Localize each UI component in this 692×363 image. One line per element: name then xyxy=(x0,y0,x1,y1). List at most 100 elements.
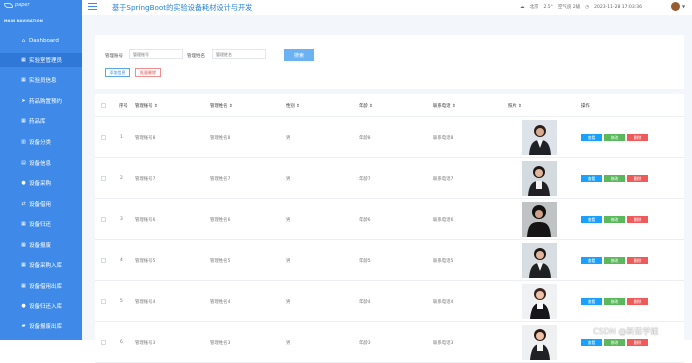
batch-delete-button[interactable]: 批量删除 xyxy=(135,68,161,77)
column-header-actions: 操作 xyxy=(581,104,590,109)
row-phone: 联系电话6 xyxy=(433,218,454,223)
sidebar-item-label: 实验室管理员 xyxy=(29,58,63,64)
table-icon: ▦ xyxy=(21,57,26,63)
row-name: 管理姓名8 xyxy=(210,136,231,141)
row-gender: 男 xyxy=(286,136,291,141)
user-photo xyxy=(522,325,557,360)
row-name: 管理姓名3 xyxy=(210,341,231,346)
sidebar-item-lab-admin[interactable]: ▦ 实验室管理员 xyxy=(0,53,82,67)
sidebar-item-scrap-outbound[interactable]: ▰ 设备报废出库 xyxy=(0,319,82,333)
edit-button[interactable]: 修改 xyxy=(604,298,625,305)
view-button[interactable]: 查看 xyxy=(581,298,602,305)
view-button[interactable]: 查看 xyxy=(581,339,602,346)
row-checkbox[interactable] xyxy=(101,176,106,181)
search-panel: 管理账号 管理姓名 搜索 添加信息 批量删除 xyxy=(95,35,684,89)
name-search-input[interactable] xyxy=(212,49,266,59)
row-phone: 联系电话3 xyxy=(433,341,454,346)
view-button[interactable]: 查看 xyxy=(581,175,602,182)
delete-button[interactable]: 删除 xyxy=(627,134,648,141)
sidebar-item-purchase-inbound[interactable]: ▦ 设备采购入库 xyxy=(0,258,82,272)
list-icon: ▤ xyxy=(21,160,26,166)
grid-icon: ▦ xyxy=(21,283,26,289)
sidebar-item-label: 实验员信息 xyxy=(29,78,57,84)
delete-button[interactable]: 删除 xyxy=(627,216,648,223)
delete-button[interactable]: 删除 xyxy=(627,257,648,264)
chevron-down-icon[interactable]: ▼ xyxy=(682,4,685,9)
row-age: 年龄4 xyxy=(359,300,371,305)
column-header-photo[interactable]: 照片 ⇕ xyxy=(508,103,522,109)
row-checkbox[interactable] xyxy=(101,299,106,304)
column-header-phone[interactable]: 联系电话 ⇕ xyxy=(433,103,456,109)
sidebar-item-label: 设备借用出库 xyxy=(29,284,63,290)
sidebar-item-label: 设备信息 xyxy=(29,161,52,167)
select-all-checkbox[interactable] xyxy=(101,103,106,108)
account-search-input[interactable] xyxy=(129,49,183,59)
sidebar-item-borrow-outbound[interactable]: ▦ 设备借用出库 xyxy=(0,279,82,293)
row-index: 6 xyxy=(120,340,123,345)
home-icon: ⌂ xyxy=(21,38,26,44)
edit-button[interactable]: 修改 xyxy=(604,216,625,223)
row-age: 年龄8 xyxy=(359,136,371,141)
sidebar-item-device-return[interactable]: ▦ 设备归还 xyxy=(0,217,82,231)
sidebar-item-device-info[interactable]: ▤ 设备信息 xyxy=(0,156,82,170)
column-header-name[interactable]: 管理姓名 ⇕ xyxy=(210,103,233,109)
weather-city: 北京 xyxy=(529,5,539,10)
edit-button[interactable]: 修改 xyxy=(604,339,625,346)
user-photo xyxy=(522,284,557,319)
sidebar-item-device-purchase[interactable]: ● 设备采购 xyxy=(0,176,82,190)
column-header-age[interactable]: 年龄 ⇕ xyxy=(359,103,373,109)
view-button[interactable]: 查看 xyxy=(581,134,602,141)
row-account: 管理账号6 xyxy=(135,218,156,223)
row-checkbox[interactable] xyxy=(101,258,106,263)
view-button[interactable]: 查看 xyxy=(581,216,602,223)
sidebar-item-device-borrow[interactable]: ⇄ 设备借用 xyxy=(0,197,82,211)
grid-icon: ▦ xyxy=(21,77,26,83)
delete-button[interactable]: 删除 xyxy=(627,175,648,182)
row-checkbox[interactable] xyxy=(101,217,106,222)
menu-toggle-icon[interactable] xyxy=(88,3,97,10)
edit-button[interactable]: 修改 xyxy=(604,175,625,182)
page-title: 基于SpringBoot的实验设备耗材设计与开发 xyxy=(112,3,253,12)
edit-button[interactable]: 修改 xyxy=(604,134,625,141)
sidebar-item-drug-store[interactable]: ▦ 药品库 xyxy=(0,114,82,128)
sidebar-item-label: 药品购置预约 xyxy=(29,99,63,105)
row-index: 1 xyxy=(120,135,123,140)
edit-button[interactable]: 修改 xyxy=(604,257,625,264)
weather-icon: ☁ xyxy=(520,4,525,10)
datetime: 2023-11-28 17:03:36 xyxy=(594,4,642,10)
delete-button[interactable]: 删除 xyxy=(627,298,648,305)
row-phone: 联系电话7 xyxy=(433,177,454,182)
table-row: 4 管理账号5 管理姓名5 男 年龄5 联系电话5 查看 修改 删除 xyxy=(95,240,684,281)
sidebar-item-lab-staff[interactable]: ▦ 实验员信息 xyxy=(0,73,82,87)
column-header-account[interactable]: 管理账号 ⇕ xyxy=(135,103,158,109)
sidebar-item-drug-reservation[interactable]: ➤ 药品购置预约 xyxy=(0,94,82,108)
grid-icon: ▦ xyxy=(21,118,26,124)
sidebar-item-return-inbound[interactable]: ● 设备归还入库 xyxy=(0,299,82,313)
row-checkbox[interactable] xyxy=(101,340,106,345)
row-phone: 联系电话5 xyxy=(433,259,454,264)
row-checkbox[interactable] xyxy=(101,135,106,140)
delete-button[interactable]: 删除 xyxy=(627,339,648,346)
view-button[interactable]: 查看 xyxy=(581,257,602,264)
sidebar-item-device-scrap[interactable]: ▦ 设备报废 xyxy=(0,238,82,252)
search-button[interactable]: 搜索 xyxy=(284,49,314,61)
sidebar-item-label: 设备报废 xyxy=(29,243,52,249)
user-avatar[interactable] xyxy=(671,2,680,11)
aqi-label: 空气良 2级 xyxy=(557,5,581,10)
top-status: ☁ 北京 2.5° 空气良 2级 ◷ 2023-11-28 17:03:36 xyxy=(520,4,642,11)
sidebar-item-label: 设备借用 xyxy=(29,202,52,208)
row-index: 2 xyxy=(120,176,123,181)
weather-temp: 2.5° xyxy=(543,4,553,10)
add-button[interactable]: 添加信息 xyxy=(105,68,130,77)
row-name: 管理姓名4 xyxy=(210,300,231,305)
row-gender: 男 xyxy=(286,259,291,264)
sidebar-item-dashboard[interactable]: ⌂ Dashboard xyxy=(0,34,82,48)
admin-table: 序号 管理账号 ⇕ 管理姓名 ⇕ 性别 ⇕ 年龄 ⇕ 联系电话 ⇕ 照片 ⇕ 操… xyxy=(95,94,684,363)
category-icon: ▥ xyxy=(21,139,26,145)
sidebar-item-device-category[interactable]: ▥ 设备分类 xyxy=(0,135,82,149)
row-age: 年龄3 xyxy=(359,341,371,346)
topbar: 基于SpringBoot的实验设备耗材设计与开发 ☁ 北京 2.5° 空气良 2… xyxy=(82,0,692,14)
user-photo xyxy=(522,161,557,196)
row-index: 5 xyxy=(120,299,123,304)
column-header-gender[interactable]: 性别 ⇕ xyxy=(286,103,300,109)
